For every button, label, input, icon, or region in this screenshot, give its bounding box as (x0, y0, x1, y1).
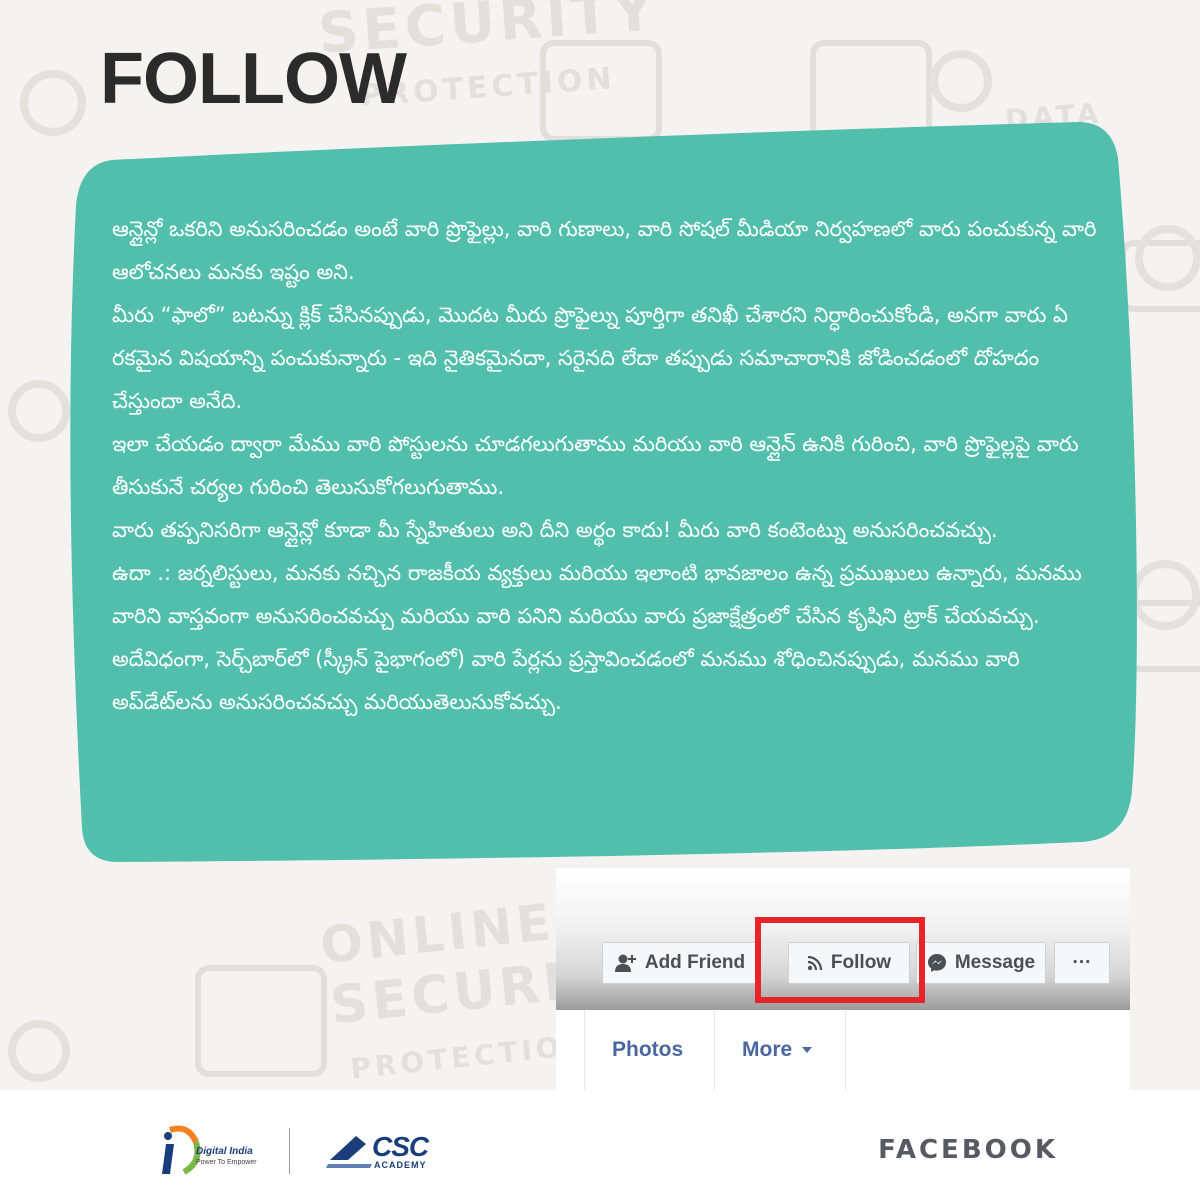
digital-india-name: Digital India (196, 1146, 253, 1157)
brand-label: FACEBOOK (878, 1135, 1058, 1165)
paragraph: ఇలా చేయడం ద్వారా మేము వారి పోస్టులను చూడ… (112, 432, 1079, 499)
tab-divider (845, 1010, 846, 1090)
footer-divider (289, 1128, 290, 1174)
more-dots-icon: ··· (1072, 952, 1092, 973)
paragraph: ఆన్లైన్లో ఒకరిని అనుసరించడం అంటే వారి ప్… (112, 217, 1097, 284)
add-friend-icon (614, 954, 636, 972)
block-icon (8, 1020, 70, 1082)
tab-photos-label: Photos (612, 1038, 684, 1061)
paragraph: మీరు “ఫాలో” బటన్ను క్లిక్ చేసినప్పుడు, మ… (112, 303, 1068, 413)
facebook-profile-screenshot: Add Friend Follow Message ··· Photos Mor… (556, 868, 1130, 1090)
tab-more-label: More (742, 1038, 793, 1061)
lock-icon (195, 965, 327, 1077)
more-options-button[interactable]: ··· (1054, 942, 1110, 984)
paragraph: ఉదా .: జర్నలిస్టులు, మనకు నచ్చిన రాజకీయ … (112, 561, 1082, 714)
csc-name: CSC (372, 1131, 429, 1162)
tab-divider (714, 1010, 715, 1090)
caret-down-icon (802, 1047, 813, 1053)
messenger-icon (927, 954, 946, 972)
description-text: ఆన్లైన్లో ఒకరిని అనుసరించడం అంటే వారి ప్… (112, 208, 1097, 724)
follow-highlight-box (755, 917, 925, 1003)
tab-divider (584, 1010, 585, 1090)
add-friend-label: Add Friend (644, 952, 746, 973)
digital-india-tagline: Power To Empower (196, 1159, 257, 1166)
tab-photos[interactable]: Photos (612, 1010, 683, 1090)
add-friend-button[interactable]: Add Friend (602, 942, 758, 984)
message-button[interactable]: Message (916, 942, 1046, 984)
message-label: Message (954, 952, 1036, 973)
tab-more[interactable]: More (742, 1010, 814, 1090)
profile-tabs: Photos More (556, 1010, 1130, 1090)
csc-academy: ACADEMY (374, 1160, 427, 1170)
paragraph: వారు తప్పనిసరిగా ఆన్లైన్లో కూడా మీ స్నేహ… (112, 518, 998, 542)
